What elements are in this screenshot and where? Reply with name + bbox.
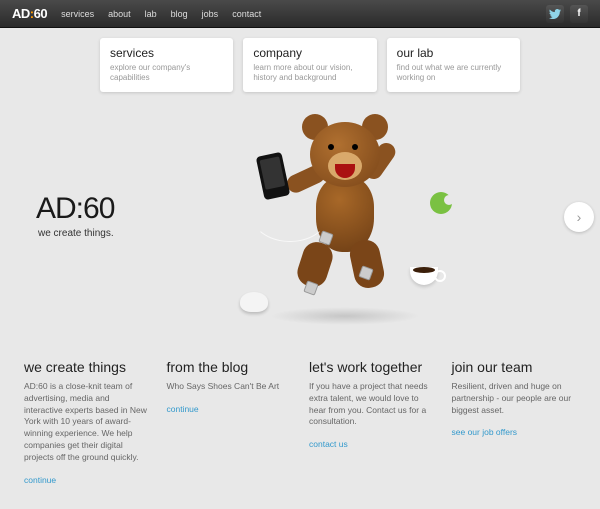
hero: AD:60 we create things. › — [0, 92, 600, 347]
col-blog: from the blog Who Says Shoes Can't Be Ar… — [167, 359, 292, 488]
card-lab[interactable]: our lab find out what we are currently w… — [387, 38, 520, 92]
nav-services[interactable]: services — [61, 9, 94, 19]
nav-lab[interactable]: lab — [145, 9, 157, 19]
apple-icon — [430, 192, 452, 214]
logo-sixty: 60 — [34, 6, 47, 21]
card-company[interactable]: company learn more about our vision, his… — [243, 38, 376, 92]
logo[interactable]: AD:60 — [12, 6, 47, 21]
twitter-icon[interactable] — [546, 5, 564, 23]
col-join-team: join our team Resilient, driven and huge… — [452, 359, 577, 488]
chevron-right-icon: › — [577, 209, 582, 225]
top-nav: AD:60 services about lab blog jobs conta… — [0, 0, 600, 28]
continue-link[interactable]: continue — [167, 404, 199, 414]
col-title: join our team — [452, 359, 577, 375]
social-links: f — [546, 5, 588, 23]
card-title: company — [253, 46, 366, 60]
nav-blog[interactable]: blog — [171, 9, 188, 19]
hero-tagline: we create things. — [38, 228, 114, 239]
coffee-cup-icon — [410, 267, 438, 285]
card-services[interactable]: services explore our company's capabilit… — [100, 38, 233, 92]
continue-link[interactable]: continue — [24, 475, 56, 485]
col-work-together: let's work together If you have a projec… — [309, 359, 434, 488]
nav-about[interactable]: about — [108, 9, 131, 19]
nav-contact[interactable]: contact — [232, 9, 261, 19]
col-body: Resilient, driven and huge on partnershi… — [452, 381, 577, 417]
nav-jobs[interactable]: jobs — [202, 9, 219, 19]
mouse-icon — [240, 292, 268, 312]
col-title: from the blog — [167, 359, 292, 375]
card-title: services — [110, 46, 223, 60]
next-arrow-button[interactable]: › — [564, 202, 594, 232]
job-offers-link[interactable]: see our job offers — [452, 427, 518, 437]
contact-us-link[interactable]: contact us — [309, 439, 348, 449]
col-body: If you have a project that needs extra t… — [309, 381, 434, 429]
hero-logo-text: AD:60 — [36, 192, 114, 226]
facebook-icon[interactable]: f — [570, 5, 588, 23]
col-title: let's work together — [309, 359, 434, 375]
hero-logo: AD:60 we create things. — [36, 192, 114, 239]
col-body: AD:60 is a close-knit team of advertisin… — [24, 381, 149, 464]
card-desc: learn more about our vision, history and… — [253, 63, 366, 84]
col-body: Who Says Shoes Can't Be Art — [167, 381, 292, 393]
col-title: we create things — [24, 359, 149, 375]
card-desc: find out what we are currently working o… — [397, 63, 510, 84]
feature-cards: services explore our company's capabilit… — [0, 28, 600, 92]
footer-columns: we create things AD:60 is a close-knit t… — [0, 347, 600, 488]
logo-ad: AD — [12, 6, 30, 21]
card-title: our lab — [397, 46, 510, 60]
col-we-create: we create things AD:60 is a close-knit t… — [24, 359, 149, 488]
card-desc: explore our company's capabilities — [110, 63, 223, 84]
hero-illustration — [210, 92, 470, 342]
nav-links: services about lab blog jobs contact — [61, 9, 261, 19]
